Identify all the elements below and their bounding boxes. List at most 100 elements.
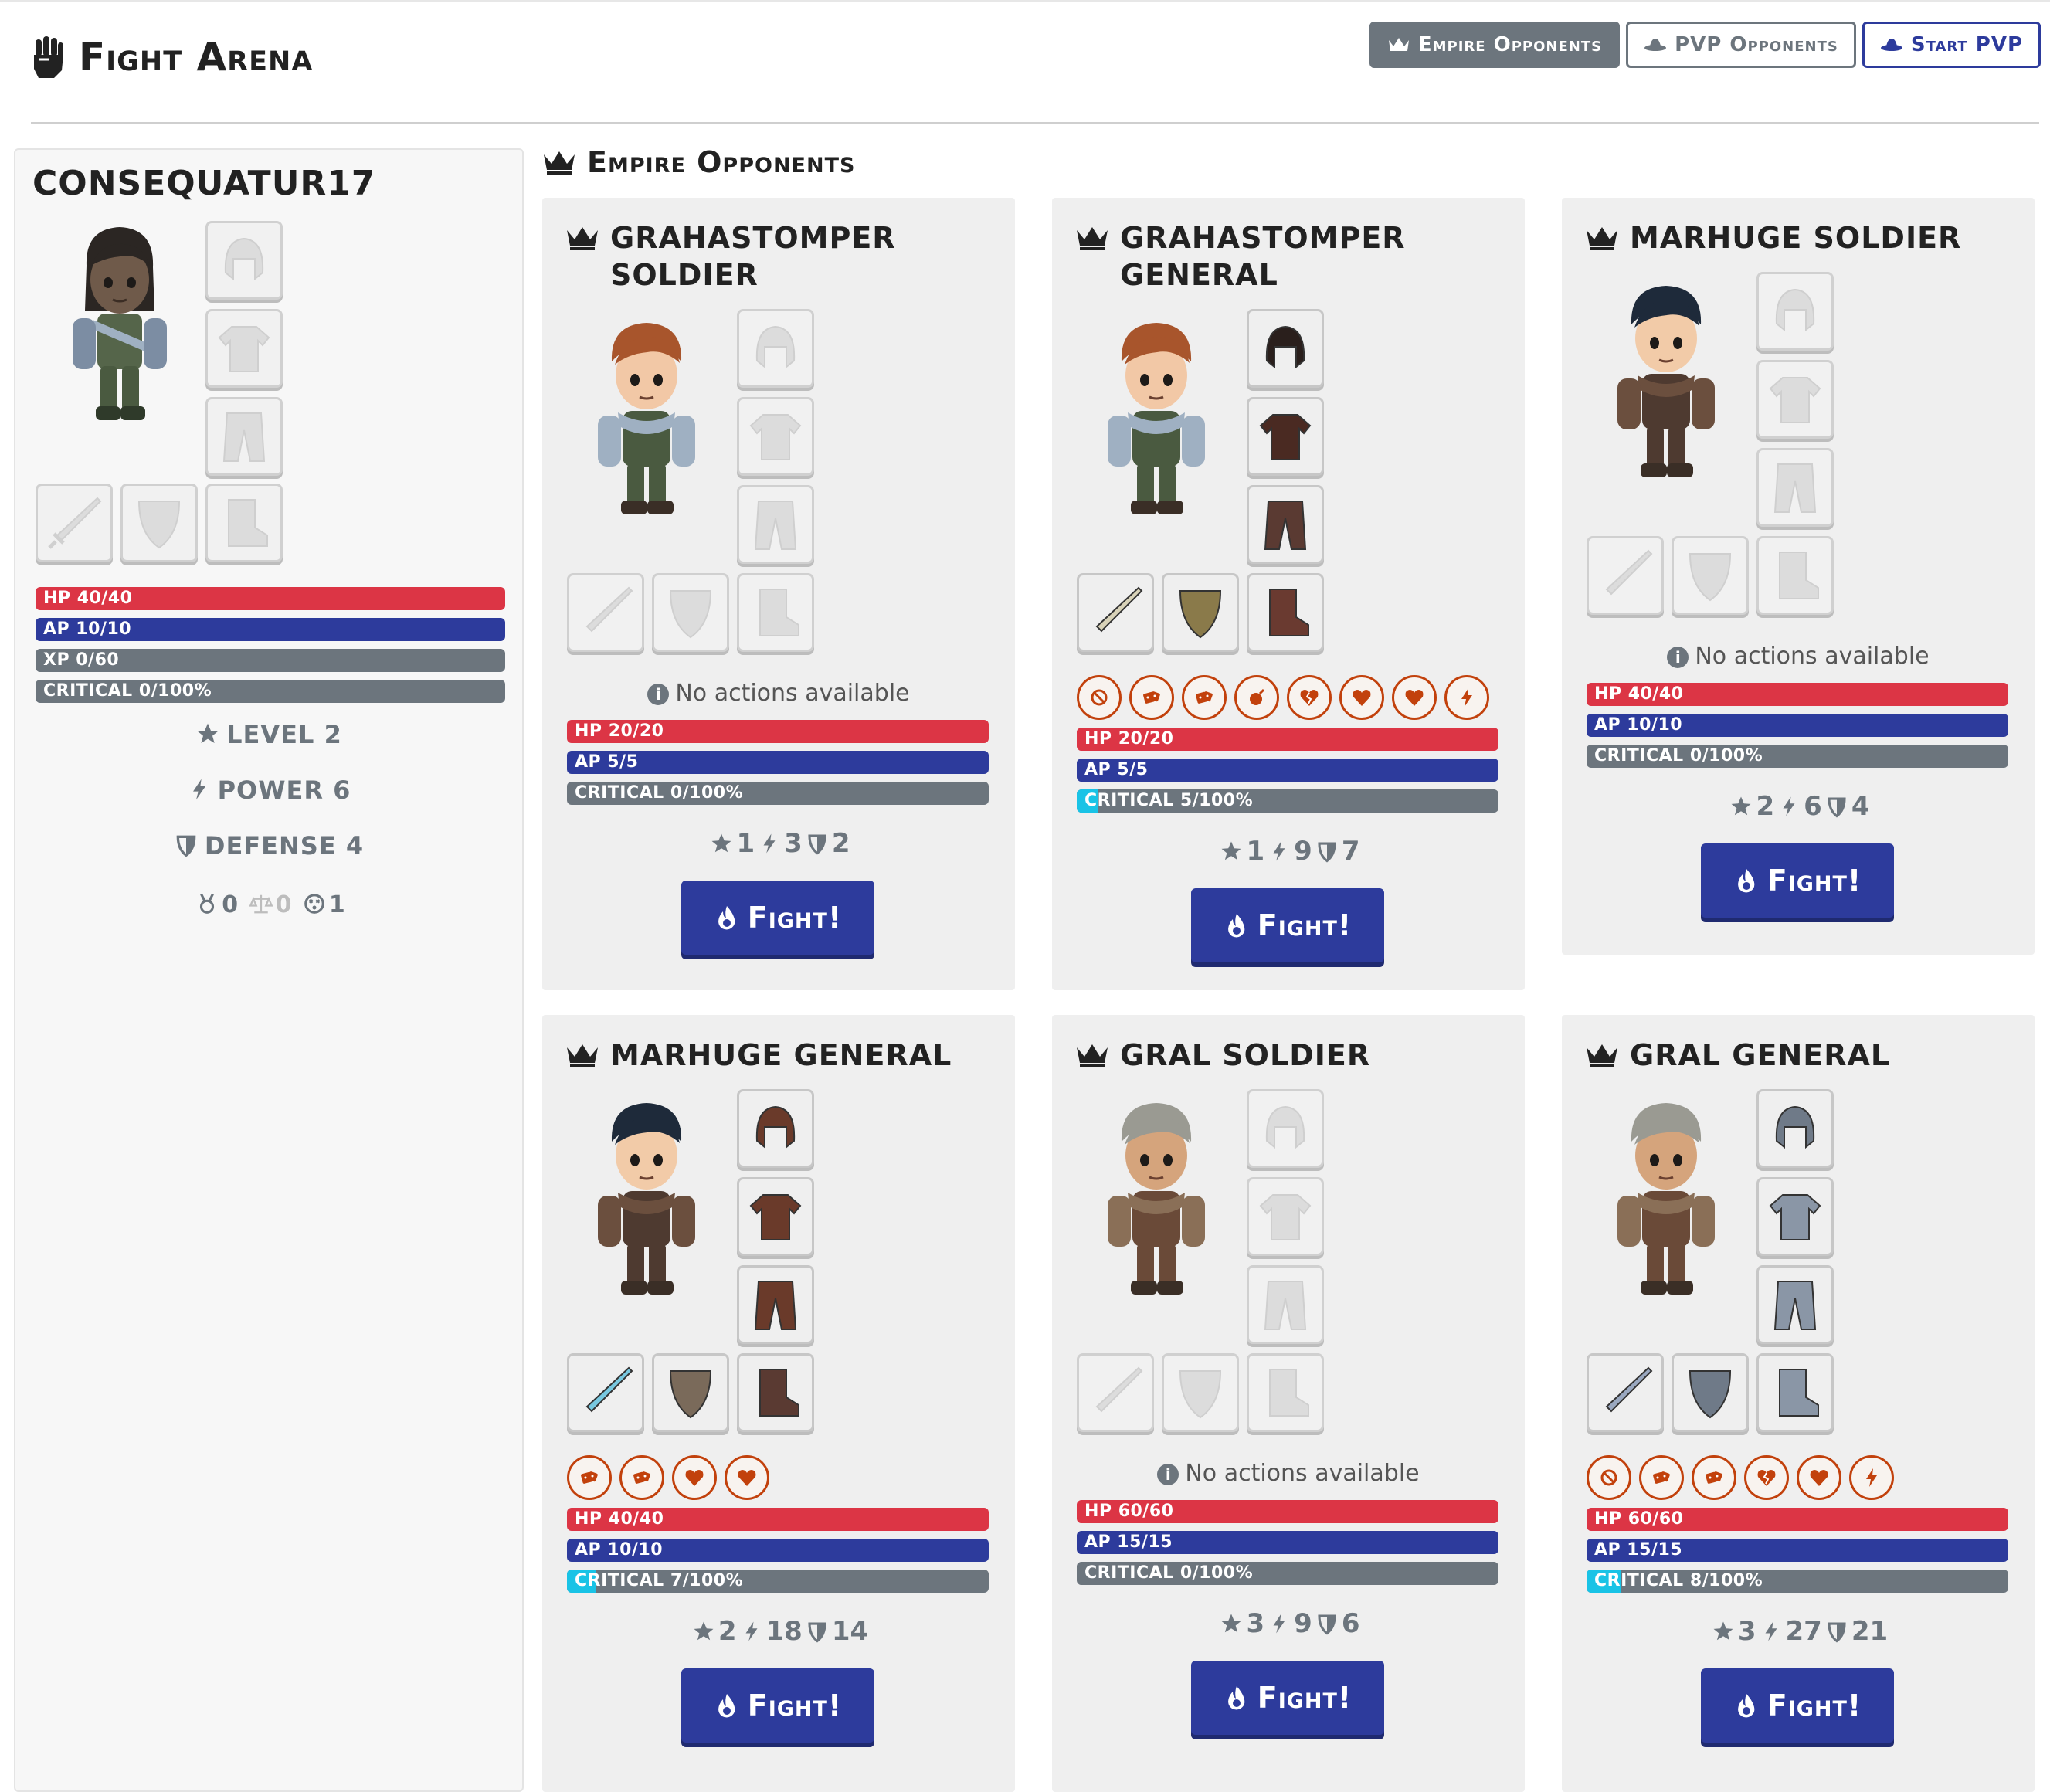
fight-button[interactable]: Fight! (1191, 1661, 1384, 1735)
boots-slot[interactable] (1247, 1353, 1324, 1432)
boots-icon (1779, 552, 1819, 599)
heart-action-button[interactable] (1339, 675, 1384, 720)
dice-action-button[interactable] (1129, 675, 1174, 720)
block-action-button[interactable] (1587, 1455, 1631, 1500)
fight-button[interactable]: Fight! (1701, 1668, 1894, 1743)
fight-label: Fight! (1767, 864, 1862, 898)
player-medals: 0 0 1 (15, 891, 522, 918)
empire-opponents-label: Empire Opponents (1417, 33, 1603, 56)
boots-slot[interactable] (737, 573, 814, 652)
block-action-button[interactable] (1077, 675, 1122, 720)
helmet-slot[interactable] (737, 309, 814, 388)
dice-action-button[interactable] (1692, 1455, 1736, 1500)
pants-icon (1264, 501, 1307, 550)
weapon-slot[interactable] (1587, 536, 1664, 615)
heart-action-button[interactable] (672, 1455, 717, 1500)
weapon-slot[interactable] (567, 1353, 644, 1432)
heart-action-button[interactable] (1797, 1455, 1841, 1500)
opponent-ap-bar: AP 15/15 (1587, 1539, 2008, 1562)
boots-slot[interactable] (1756, 1353, 1834, 1432)
player-avatar (73, 227, 167, 420)
fight-label: Fight! (1767, 1688, 1862, 1722)
pants-slot[interactable] (1247, 485, 1324, 564)
armor-slot[interactable] (737, 1177, 814, 1256)
shield-slot[interactable] (120, 484, 198, 562)
heart-action-button[interactable] (1392, 675, 1437, 720)
opponent-card: GRAHASTOMPER SOLDIER i No actions availab… (542, 198, 1015, 990)
helmet-slot[interactable] (205, 221, 283, 300)
weapon-slot[interactable] (1077, 1353, 1154, 1432)
fire-icon (718, 1694, 735, 1718)
helmet-icon (1265, 325, 1305, 369)
pants-slot[interactable] (205, 397, 283, 476)
shield-slot[interactable] (1672, 536, 1749, 615)
shield-slot[interactable] (1672, 1353, 1749, 1432)
weapon-slot[interactable] (36, 484, 113, 562)
fight-button[interactable]: Fight! (681, 1668, 874, 1743)
shield-slot[interactable] (652, 573, 729, 652)
bolt-icon (1866, 1468, 1877, 1487)
broken-heart-action-button[interactable] (1744, 1455, 1789, 1500)
helmet-slot[interactable] (737, 1089, 814, 1168)
heart-action-button[interactable] (725, 1455, 769, 1500)
power-value: 3 (784, 828, 803, 859)
armor-slot[interactable] (205, 309, 283, 388)
pants-slot[interactable] (737, 1265, 814, 1344)
pvp-opponents-button[interactable]: PVP Opponents (1626, 22, 1856, 68)
bolt-action-button[interactable] (1444, 675, 1489, 720)
shield-slot[interactable] (1162, 573, 1239, 652)
empire-opponents-button[interactable]: Empire Opponents (1369, 22, 1621, 68)
bomb-action-button[interactable] (1234, 675, 1279, 720)
weapon-slot[interactable] (1587, 1353, 1664, 1432)
dice-action-button[interactable] (1182, 675, 1227, 720)
dice-action-button[interactable] (619, 1455, 664, 1500)
boots-slot[interactable] (1247, 573, 1324, 652)
pants-slot[interactable] (1247, 1265, 1324, 1344)
armor-slot[interactable] (1756, 360, 1834, 439)
crown-icon (567, 227, 598, 250)
helmet-slot[interactable] (1247, 309, 1324, 388)
boots-slot[interactable] (1756, 536, 1834, 615)
dice-action-button[interactable] (1639, 1455, 1684, 1500)
heart-icon (1353, 690, 1371, 706)
dice-action-button[interactable] (567, 1455, 612, 1500)
helmet-slot[interactable] (1247, 1089, 1324, 1168)
no-actions-text: No actions available (1185, 1460, 1420, 1487)
weapon-slot[interactable] (567, 573, 644, 652)
pants-slot[interactable] (737, 485, 814, 564)
armor-slot[interactable] (1247, 397, 1324, 476)
bolt-action-button[interactable] (1849, 1455, 1894, 1500)
shirt-icon (1259, 1194, 1312, 1240)
fight-label: Fight! (747, 901, 843, 935)
boots-slot[interactable] (737, 1353, 814, 1432)
star-icon (1221, 841, 1241, 860)
fight-button[interactable]: Fight! (1701, 843, 1894, 918)
sword-icon (1605, 1366, 1653, 1413)
shield-icon (1828, 797, 1846, 818)
shield-slot[interactable] (652, 1353, 729, 1432)
weapon-slot[interactable] (1077, 573, 1154, 652)
level-value: 2 (1756, 791, 1775, 822)
boots-slot[interactable] (205, 484, 283, 562)
pants-icon (1264, 1281, 1307, 1330)
pants-slot[interactable] (1756, 448, 1834, 527)
pvp-opponents-label: PVP Opponents (1675, 33, 1838, 56)
pants-slot[interactable] (1756, 1265, 1834, 1344)
opponent-name-text: GRAHASTOMPER GENERAL (1120, 221, 1406, 292)
armor-slot[interactable] (737, 397, 814, 476)
armor-slot[interactable] (1247, 1177, 1324, 1256)
fire-icon (1737, 1694, 1755, 1718)
opponent-avatar (573, 314, 720, 525)
opponent-card: GRAL GENERAL HP 60/60 AP 15/15 CRITICAL 8/… (1562, 1015, 2035, 1792)
player-hp-bar: HP 40/40 (36, 587, 505, 610)
fight-button[interactable]: Fight! (1191, 888, 1384, 962)
helmet-icon (1775, 1105, 1815, 1149)
shield-slot[interactable] (1162, 1353, 1239, 1432)
helmet-slot[interactable] (1756, 1089, 1834, 1168)
start-pvp-button[interactable]: Start PVP (1862, 22, 2041, 68)
fight-button[interactable]: Fight! (681, 881, 874, 955)
armor-slot[interactable] (1756, 1177, 1834, 1256)
broken-heart-action-button[interactable] (1287, 675, 1332, 720)
helmet-slot[interactable] (1756, 272, 1834, 351)
helmet-icon (1775, 288, 1815, 332)
